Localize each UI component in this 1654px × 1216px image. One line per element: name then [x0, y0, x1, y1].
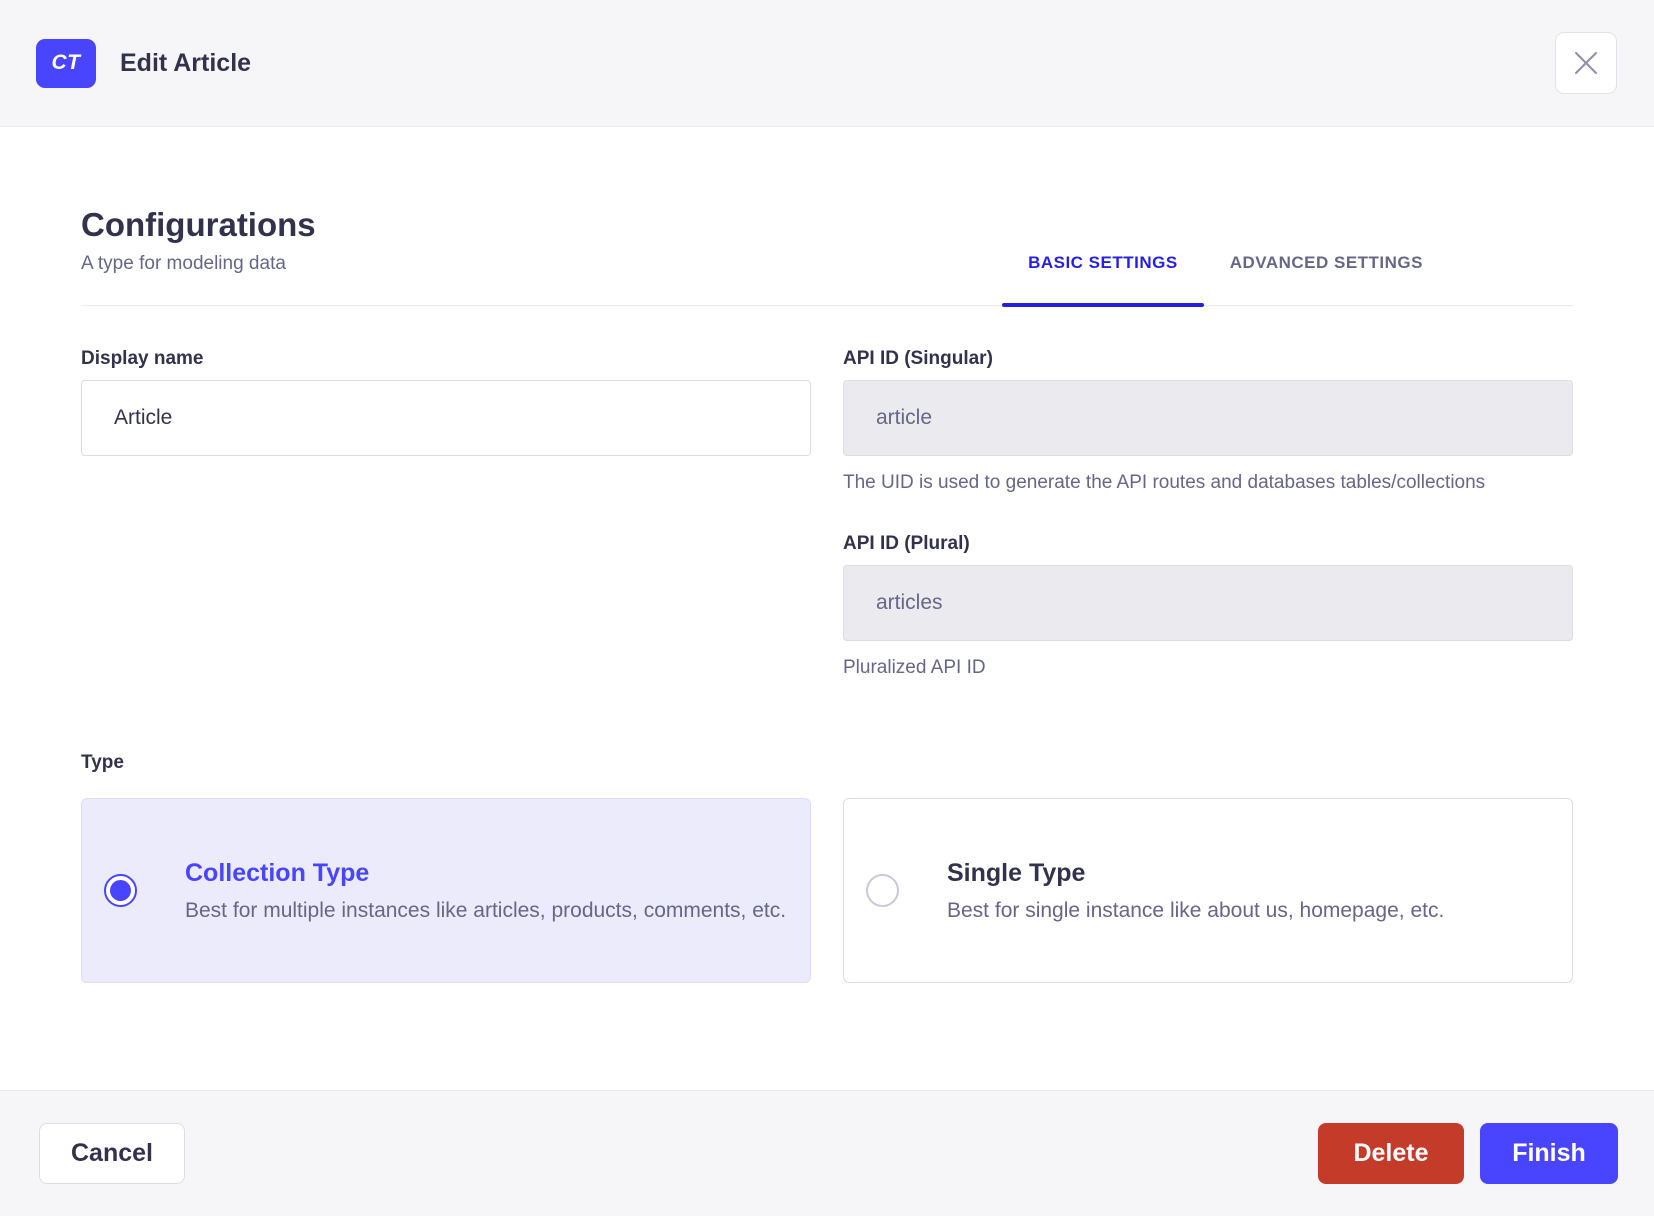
content-type-badge: CT: [36, 38, 96, 88]
api-id-singular-field: API ID (Singular) The UID is used to gen…: [843, 347, 1573, 498]
api-id-plural-hint: Pluralized API ID: [843, 657, 986, 678]
single-type-description: Best for single instance like about us, …: [947, 898, 1445, 922]
display-name-field: Display name: [81, 347, 811, 683]
modal-body: Configurations A type for modeling data …: [0, 127, 1654, 1090]
delete-button[interactable]: Delete: [1318, 1123, 1464, 1184]
single-type-radio[interactable]: [866, 874, 899, 907]
finish-button[interactable]: Finish: [1480, 1123, 1618, 1184]
type-options: Collection Type Best for multiple instan…: [81, 798, 1573, 983]
cancel-button[interactable]: Cancel: [39, 1123, 185, 1184]
modal-title: Edit Article: [120, 48, 252, 77]
settings-tabs: BASIC SETTINGS ADVANCED SETTINGS: [1002, 253, 1449, 307]
single-type-title: Single Type: [947, 858, 1086, 887]
single-type-text: Single Type Best for single instance lik…: [947, 856, 1444, 926]
type-section: Type Collection Type Best for multiple i…: [81, 751, 1573, 983]
page-title: Configurations: [81, 206, 316, 243]
close-button[interactable]: [1555, 32, 1617, 94]
content-type-badge-label: CT: [51, 51, 81, 74]
api-id-singular-input: [843, 380, 1573, 456]
single-type-card[interactable]: Single Type Best for single instance lik…: [843, 798, 1573, 983]
tab-basic-settings[interactable]: BASIC SETTINGS: [1002, 253, 1204, 307]
configurations-header: Configurations A type for modeling data …: [81, 127, 1573, 307]
modal-footer: Cancel Delete Finish: [0, 1090, 1654, 1216]
collection-type-text: Collection Type Best for multiple instan…: [185, 856, 786, 926]
tab-advanced-settings[interactable]: ADVANCED SETTINGS: [1204, 253, 1449, 305]
collection-type-card[interactable]: Collection Type Best for multiple instan…: [81, 798, 811, 983]
api-id-plural-label: API ID (Plural): [843, 533, 970, 554]
display-name-input[interactable]: [81, 380, 811, 456]
close-icon: [1575, 52, 1597, 74]
api-id-column: API ID (Singular) The UID is used to gen…: [843, 347, 1573, 683]
type-label: Type: [81, 752, 124, 773]
collection-type-description: Best for multiple instances like article…: [185, 898, 787, 922]
modal-header: CT Edit Article: [0, 0, 1654, 127]
collection-type-title: Collection Type: [185, 858, 370, 887]
collection-type-radio[interactable]: [104, 874, 137, 907]
api-id-plural-input: [843, 565, 1573, 641]
api-id-plural-field: API ID (Plural) Pluralized API ID: [843, 532, 1573, 683]
api-id-singular-hint: The UID is used to generate the API rout…: [843, 472, 1486, 493]
display-name-label: Display name: [81, 348, 204, 369]
configuration-form: Display name API ID (Singular) The UID i…: [81, 347, 1573, 683]
page-subtitle: A type for modeling data: [81, 253, 286, 274]
api-id-singular-label: API ID (Singular): [843, 348, 993, 369]
